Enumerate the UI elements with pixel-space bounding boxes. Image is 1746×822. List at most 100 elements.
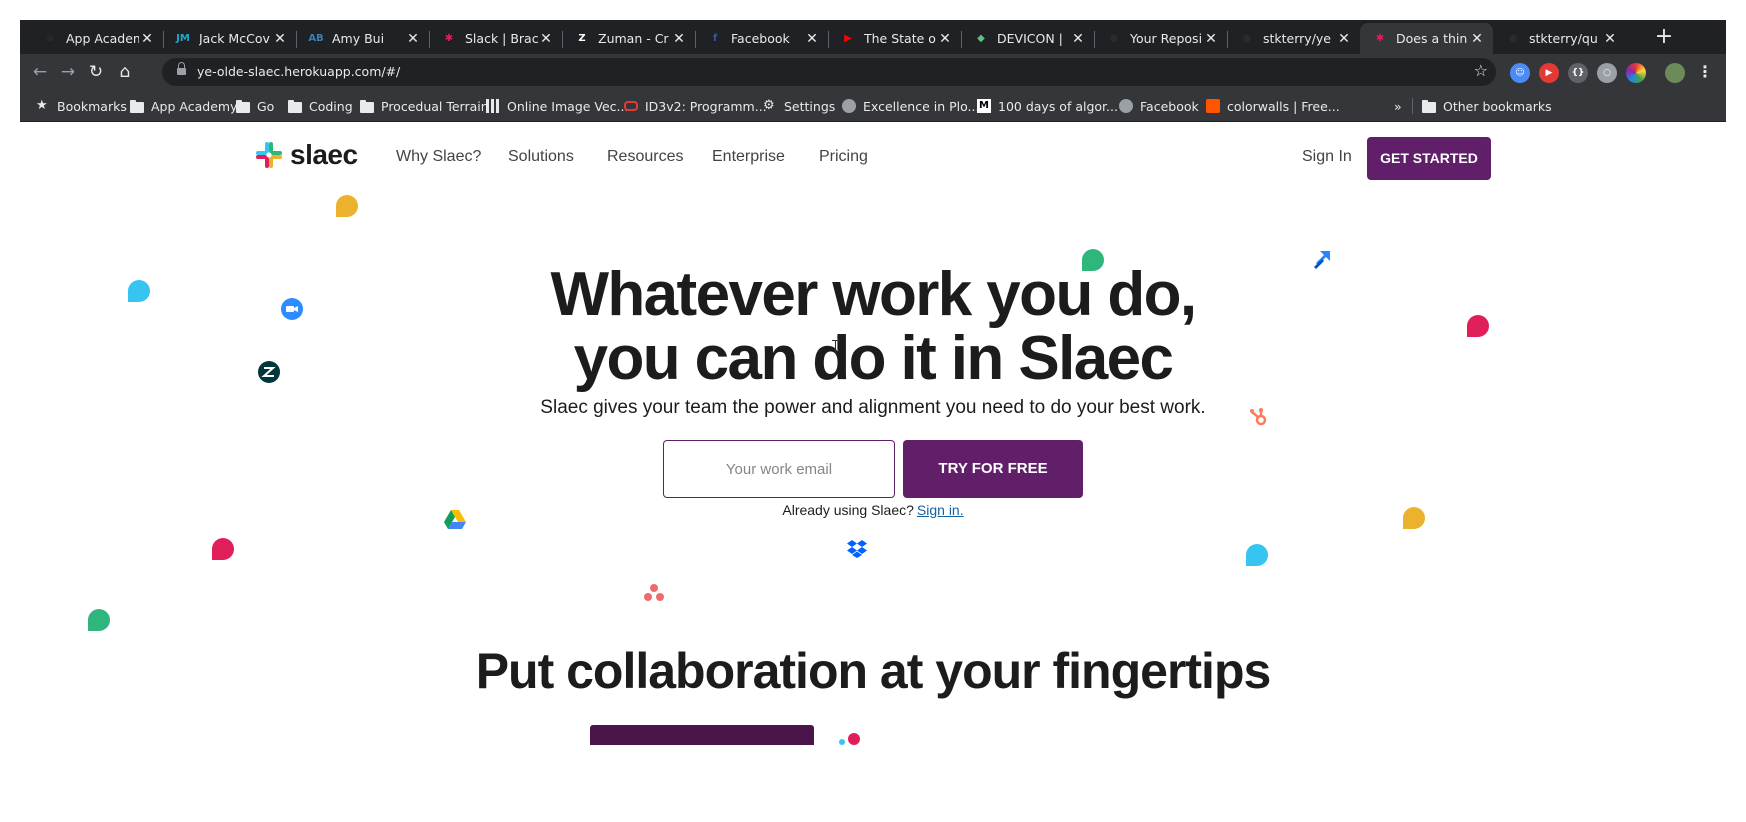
- close-tab-icon[interactable]: ✕: [139, 31, 155, 47]
- github-icon: ●: [1242, 33, 1252, 44]
- bookmark-item[interactable]: Coding: [288, 98, 353, 114]
- bookmark-item[interactable]: Facebook: [1119, 98, 1199, 114]
- google-drive-icon: [444, 508, 466, 530]
- bookmark-item[interactable]: ID3v2: Programm...: [624, 98, 767, 114]
- github-icon: ●: [1508, 33, 1518, 44]
- extension-icon[interactable]: ○: [1597, 63, 1617, 83]
- address-bar[interactable]: ye-olde-slaec.herokuapp.com/#/ ☆: [162, 58, 1496, 86]
- slack-icon: ✱: [444, 33, 454, 44]
- close-tab-icon[interactable]: ✕: [272, 31, 288, 47]
- try-for-free-button[interactable]: TRY FOR FREE: [903, 440, 1083, 498]
- folder-icon: [236, 99, 250, 113]
- browser-tab[interactable]: ● stkterry/qu ✕: [1493, 23, 1626, 54]
- close-tab-icon[interactable]: ✕: [1336, 31, 1352, 47]
- bookmark-item[interactable]: Online Image Vec...: [486, 98, 628, 114]
- bookmark-item[interactable]: M 100 days of algor...: [977, 98, 1118, 114]
- extension-icon[interactable]: ▶: [1539, 63, 1559, 83]
- tab-title: Amy Bui: [332, 31, 385, 46]
- nav-solutions[interactable]: Solutions: [508, 148, 574, 166]
- browser-menu-icon[interactable]: ⋮: [1697, 62, 1713, 81]
- reload-button[interactable]: ↻: [84, 60, 108, 84]
- browser-tab[interactable]: AB Amy Bui ✕: [296, 23, 429, 54]
- gear-icon: ⚙: [763, 98, 775, 113]
- close-tab-icon[interactable]: ✕: [1602, 31, 1618, 47]
- bookmark-item[interactable]: ⚙ Settings: [763, 98, 835, 114]
- tab-title: DEVICON |: [997, 31, 1063, 46]
- folder-icon: [288, 99, 302, 113]
- bookmarks-overflow-button[interactable]: »: [1394, 98, 1402, 114]
- close-tab-icon[interactable]: ✕: [671, 31, 687, 47]
- browser-tab[interactable]: a App Academ ✕: [30, 23, 163, 54]
- browser-tab[interactable]: ✱ Slack | Brac ✕: [429, 23, 562, 54]
- close-tab-icon[interactable]: ✕: [405, 31, 421, 47]
- slaec-logo[interactable]: slaec: [256, 139, 358, 171]
- bookmark-item[interactable]: colorwalls | Free...: [1206, 98, 1340, 114]
- facebook-icon: f: [712, 33, 718, 44]
- youtube-icon: ▶: [844, 33, 852, 44]
- forward-button[interactable]: →: [56, 60, 80, 84]
- browser-tab[interactable]: ✱ Does a thin ✕: [1360, 23, 1493, 54]
- blue-bubble-icon: [1246, 544, 1268, 566]
- back-button[interactable]: ←: [28, 60, 52, 84]
- bookmark-item[interactable]: Procedual Terrain: [360, 98, 489, 114]
- tab-strip: + a App Academ ✕ JM Jack McCov ✕ AB Amy Bui ✕ ✱ Sl…: [20, 20, 1726, 54]
- folder-icon: [1422, 99, 1436, 113]
- bookmark-label: Settings: [784, 98, 836, 114]
- close-tab-icon[interactable]: ✕: [538, 31, 554, 47]
- red-bubble-icon: [212, 538, 234, 560]
- nav-enterprise[interactable]: Enterprise: [712, 148, 785, 166]
- new-tab-button[interactable]: +: [1652, 25, 1676, 49]
- work-email-input[interactable]: [663, 440, 895, 498]
- sign-in-link[interactable]: Sign In: [1302, 148, 1352, 166]
- nav-pricing[interactable]: Pricing: [819, 148, 868, 166]
- hubspot-icon: [1248, 407, 1270, 429]
- close-tab-icon[interactable]: ✕: [1469, 31, 1485, 47]
- hero-sign-in-link[interactable]: Sign in.: [917, 502, 964, 518]
- bookmark-item[interactable]: Go: [236, 98, 274, 114]
- logo-text: slaec: [290, 139, 358, 170]
- profile-avatar[interactable]: [1665, 63, 1685, 83]
- tab-title: Jack McCov: [199, 31, 270, 46]
- close-tab-icon[interactable]: ✕: [1070, 31, 1086, 47]
- browser-tab[interactable]: Z Zuman - Cr ✕: [562, 23, 695, 54]
- nav-why-slaec[interactable]: Why Slaec?: [396, 148, 481, 166]
- bookmarks-separator: [1412, 98, 1413, 114]
- globe-icon: [842, 99, 856, 113]
- nav-resources[interactable]: Resources: [607, 148, 683, 166]
- home-button[interactable]: ⌂: [113, 60, 137, 84]
- github-icon: ●: [1109, 33, 1119, 44]
- get-started-button[interactable]: GET STARTED: [1367, 137, 1491, 180]
- browser-tab[interactable]: ◆ DEVICON | ✕: [961, 23, 1094, 54]
- tab-title: stkterry/ye: [1263, 31, 1331, 46]
- browser-tab[interactable]: ▶ The State o ✕: [828, 23, 961, 54]
- browser-tab[interactable]: ● Your Reposi ✕: [1094, 23, 1227, 54]
- url-text[interactable]: ye-olde-slaec.herokuapp.com/#/: [197, 64, 400, 79]
- tab-title: stkterry/qu: [1529, 31, 1598, 46]
- tab-separator: [163, 31, 164, 48]
- medium-icon: M: [977, 99, 991, 113]
- bookmark-item[interactable]: App Academy: [130, 98, 237, 114]
- tab-separator: [562, 31, 563, 48]
- bookmark-item[interactable]: Other bookmarks: [1422, 98, 1552, 114]
- bookmark-item[interactable]: Excellence in Plo...: [842, 98, 979, 114]
- close-tab-icon[interactable]: ✕: [1203, 31, 1219, 47]
- bookmark-label: ID3v2: Programm...: [645, 98, 767, 114]
- bookmark-item[interactable]: ★ Bookmarks: [36, 98, 127, 114]
- browser-tab[interactable]: ● stkterry/ye ✕: [1227, 23, 1360, 54]
- close-tab-icon[interactable]: ✕: [937, 31, 953, 47]
- section-title: Put collaboration at your fingertips: [475, 643, 1272, 699]
- color-wheel-icon[interactable]: [1626, 63, 1646, 83]
- bookmark-label: App Academy: [151, 98, 238, 114]
- tab-title: Facebook: [731, 31, 790, 46]
- bookmark-star-icon[interactable]: ☆: [1474, 61, 1488, 80]
- slack-icon: ✱: [1375, 33, 1385, 44]
- image-vector-icon: [486, 99, 500, 113]
- bookmark-label: Other bookmarks: [1443, 98, 1552, 114]
- bookmark-label: Facebook: [1140, 98, 1199, 114]
- browser-tab[interactable]: f Facebook ✕: [695, 23, 828, 54]
- bookmark-label: colorwalls | Free...: [1227, 98, 1340, 114]
- close-tab-icon[interactable]: ✕: [804, 31, 820, 47]
- extension-icon[interactable]: ☺: [1510, 63, 1530, 83]
- extension-icon[interactable]: {}: [1568, 63, 1588, 83]
- browser-tab[interactable]: JM Jack McCov ✕: [163, 23, 296, 54]
